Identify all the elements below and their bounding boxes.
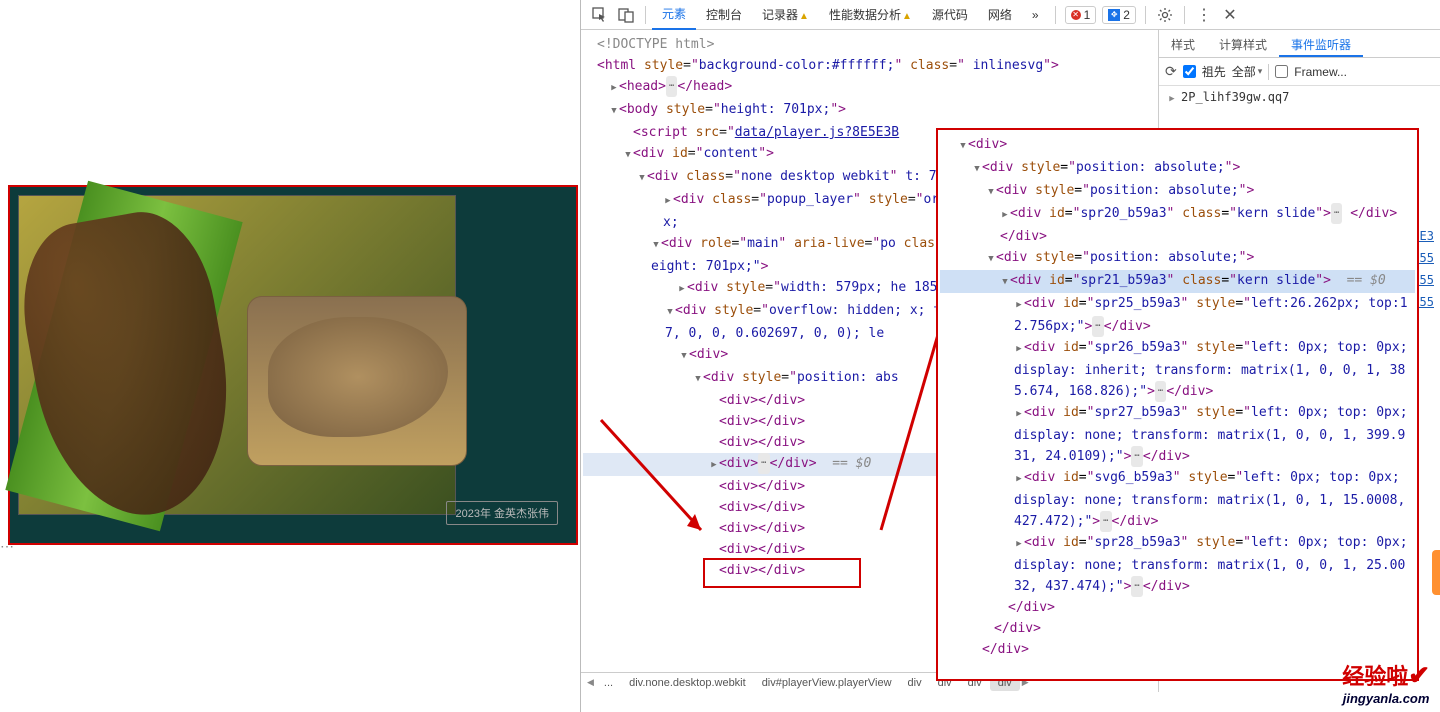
- ov-svg6[interactable]: <div id="svg6_b59a3" style="left: 0px; t…: [940, 467, 1415, 532]
- ov-close-2[interactable]: </div>: [940, 597, 1415, 618]
- tab-performance[interactable]: 性能数据分析▲: [819, 0, 922, 29]
- breadcrumb-item[interactable]: div: [900, 675, 930, 691]
- ov-spr26[interactable]: <div id="spr26_b59a3" style="left: 0px; …: [940, 337, 1415, 402]
- html-open[interactable]: <html style="background-color:#ffffff;" …: [583, 55, 1158, 76]
- styles-tabs: 样式 计算样式 事件监听器: [1159, 30, 1440, 58]
- ov-pos-abs-3[interactable]: <div style="position: absolute;">: [940, 247, 1415, 270]
- tab-sources[interactable]: 源代码: [922, 0, 978, 29]
- ov-spr28[interactable]: <div id="spr28_b59a3" style="left: 0px; …: [940, 532, 1415, 597]
- tab-elements[interactable]: 元素: [652, 0, 696, 30]
- device-toolbar-icon[interactable]: [617, 6, 635, 24]
- tab-computed[interactable]: 计算样式: [1207, 30, 1279, 57]
- body-open[interactable]: <body style="height: 701px;">: [583, 99, 1158, 122]
- ov-pos-abs-2[interactable]: <div style="position: absolute;">: [940, 180, 1415, 203]
- ov-close-4[interactable]: </div>: [940, 639, 1415, 660]
- ov-close-1[interactable]: </div>: [940, 226, 1415, 247]
- inspect-element-icon[interactable]: [591, 6, 609, 24]
- ov-pos-abs-1[interactable]: <div style="position: absolute;">: [940, 157, 1415, 180]
- breadcrumb-item[interactable]: ...: [596, 675, 621, 691]
- scrollbar-indicator[interactable]: [1432, 550, 1440, 595]
- overflow-indicator-icon[interactable]: ⋯: [0, 538, 16, 555]
- listeners-subtoolbar: ⟳ 祖先 全部 Framew...: [1159, 58, 1440, 86]
- slide-content: [18, 195, 456, 515]
- tabs-more[interactable]: »: [1022, 2, 1049, 28]
- ov-div-1[interactable]: <div>: [940, 134, 1415, 157]
- messages-badge[interactable]: ✥2: [1102, 6, 1136, 24]
- settings-gear-icon[interactable]: [1156, 6, 1174, 24]
- cicada-image-2: [247, 296, 467, 466]
- doctype-line[interactable]: <!DOCTYPE html>: [583, 34, 1158, 55]
- ancestors-label: 祖先: [1202, 63, 1226, 80]
- overlay-dom-tree[interactable]: <div> <div style="position: absolute;"> …: [938, 130, 1417, 664]
- tab-event-listeners[interactable]: 事件监听器: [1279, 30, 1363, 57]
- framework-label: Framew...: [1294, 65, 1347, 79]
- listener-item[interactable]: ▶2P_lihf39gw.qq7: [1159, 86, 1440, 108]
- all-dropdown[interactable]: 全部: [1232, 63, 1263, 80]
- ov-spr20[interactable]: <div id="spr20_b59a3" class="kern slide"…: [940, 203, 1415, 226]
- breadcrumb-item[interactable]: div#playerView.playerView: [754, 675, 900, 691]
- close-devtools-icon[interactable]: ✕: [1221, 6, 1239, 24]
- tab-network[interactable]: 网络: [978, 0, 1022, 29]
- watermark: 经验啦✔ jingyanla.com: [1342, 659, 1430, 706]
- ov-spr25[interactable]: <div id="spr25_b59a3" style="left:26.262…: [940, 293, 1415, 337]
- tab-styles[interactable]: 样式: [1159, 30, 1207, 57]
- breadcrumb-item[interactable]: div.none.desktop.webkit: [621, 675, 754, 691]
- expanded-dom-overlay: <div> <div style="position: absolute;"> …: [936, 128, 1419, 681]
- framework-checkbox[interactable]: [1275, 65, 1288, 78]
- ov-close-3[interactable]: </div>: [940, 618, 1415, 639]
- tab-console[interactable]: 控制台: [696, 0, 752, 29]
- dock-menu-icon[interactable]: ⋮: [1195, 6, 1213, 24]
- devtools-toolbar: 元素 控制台 记录器▲ 性能数据分析▲ 源代码 网络 » ✕1 ✥2 ⋮ ✕: [581, 0, 1440, 30]
- slide-stamp: 2023年 金英杰张伟: [446, 501, 558, 525]
- devtools-pane: 元素 控制台 记录器▲ 性能数据分析▲ 源代码 网络 » ✕1 ✥2 ⋮ ✕ <…: [580, 0, 1440, 712]
- ov-spr21-selected[interactable]: <div id="spr21_b59a3" class="kern slide"…: [940, 270, 1415, 293]
- breadcrumb-left-icon[interactable]: ◀: [585, 677, 596, 688]
- preview-highlight: 2023年 金英杰张伟: [8, 185, 578, 545]
- tab-recorder[interactable]: 记录器▲: [752, 0, 819, 29]
- ov-spr27[interactable]: <div id="spr27_b59a3" style="left: 0px; …: [940, 402, 1415, 467]
- refresh-icon[interactable]: ⟳: [1165, 63, 1177, 80]
- annotation-arrow-1: [591, 410, 721, 550]
- errors-badge[interactable]: ✕1: [1065, 6, 1097, 24]
- page-preview-area: 2023年 金英杰张伟 ⋯: [0, 0, 580, 712]
- head-line[interactable]: <head>⋯</head>: [583, 76, 1158, 99]
- ancestors-checkbox[interactable]: [1183, 65, 1196, 78]
